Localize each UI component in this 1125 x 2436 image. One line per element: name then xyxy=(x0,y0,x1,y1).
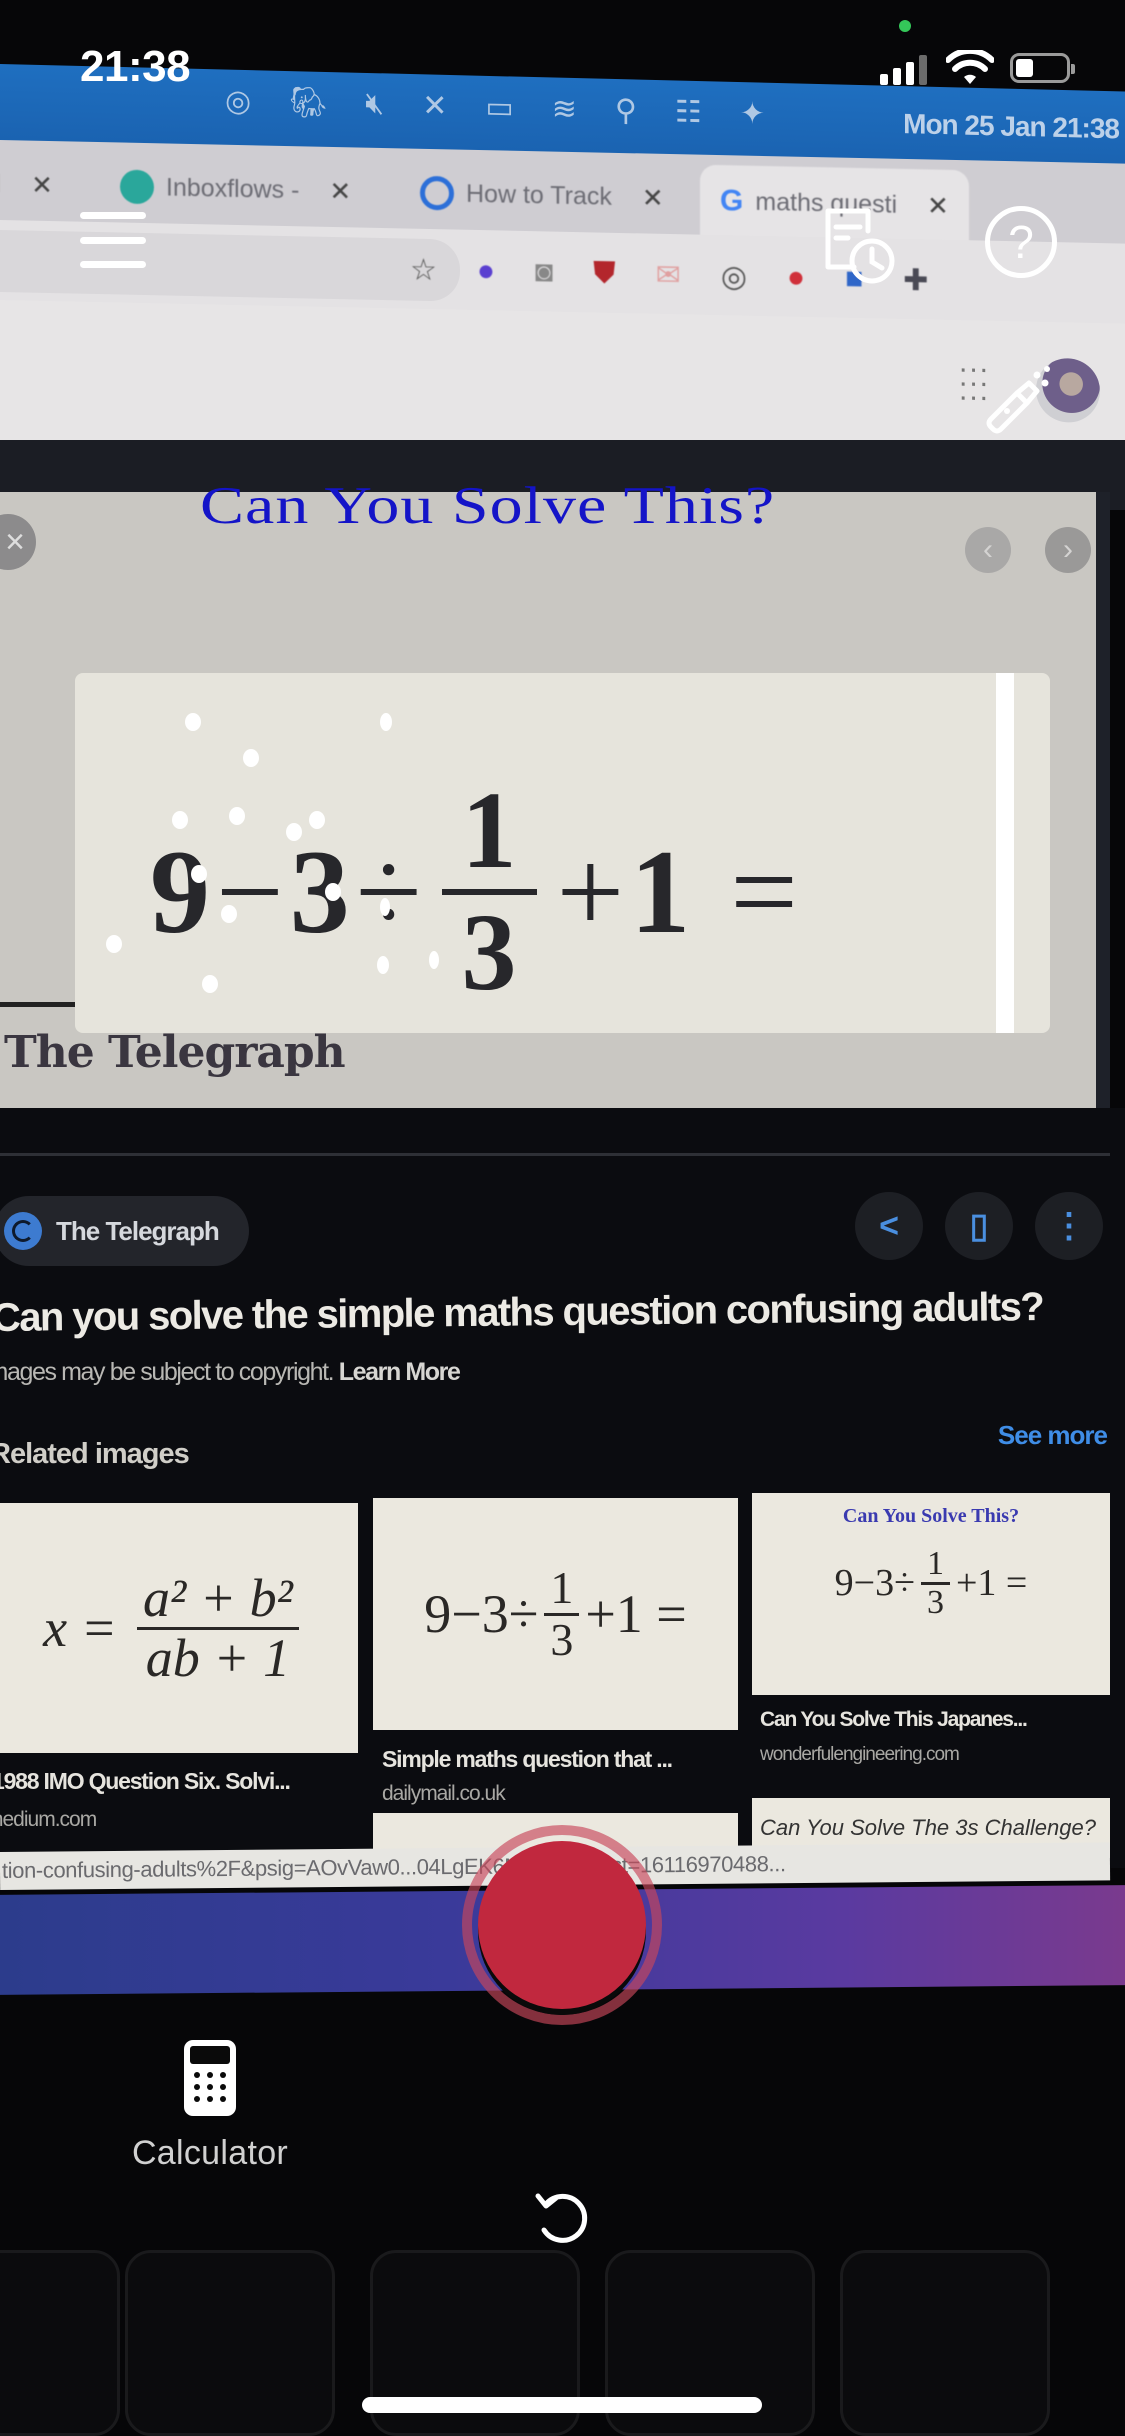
bookmark-star-icon: ☆ xyxy=(410,253,437,288)
thumb-caption: Can You Solve This Japanes... xyxy=(760,1708,1028,1731)
onepassword-extension-icon: ◎ xyxy=(720,260,747,294)
mic-in-use-indicator xyxy=(899,20,911,32)
scan-feature-dot xyxy=(377,956,389,974)
scanned-expression: 9 − 3 ÷ 1 3 + 1 = xyxy=(150,769,798,1013)
shield-extension-icon: ⛊ xyxy=(593,256,616,290)
ios-status-bar: 21:38 xyxy=(0,0,1125,130)
thumb-caption: 1988 IMO Question Six. Solvi... xyxy=(0,1768,291,1794)
history-document-clock-icon xyxy=(825,208,895,284)
source-chip: The Telegraph xyxy=(0,1196,249,1266)
share-icon: < xyxy=(855,1192,923,1260)
scan-feature-dot xyxy=(309,811,325,829)
scanned-fraction: 1 3 xyxy=(441,772,537,1010)
help-icon: ? xyxy=(1008,216,1034,268)
more-vertical-icon: ⋮ xyxy=(1035,1192,1103,1260)
related-thumb: Can You Solve This? 9−3÷ 1 3 +1 = xyxy=(752,1493,1110,1695)
tab-close-icon: ✕ xyxy=(31,169,53,200)
scan-feature-dot xyxy=(172,811,188,829)
scan-feature-dot xyxy=(185,713,201,731)
viewer-prev-icon: ‹ xyxy=(965,527,1011,573)
retake-button[interactable] xyxy=(530,2186,594,2250)
history-button[interactable] xyxy=(820,205,900,295)
globe-icon xyxy=(4,1212,42,1250)
tab-close-icon: ✕ xyxy=(927,189,949,221)
help-button[interactable]: ? xyxy=(985,206,1057,278)
address-bar xyxy=(0,230,460,302)
rotate-ccw-icon xyxy=(535,2193,588,2243)
wifi-icon xyxy=(946,50,994,84)
tab-close-icon: ✕ xyxy=(329,175,352,206)
related-thumb: x = a² + b² ab + 1 xyxy=(0,1503,358,1753)
telegraph-logo: The Telegraph xyxy=(4,1027,346,1078)
flashlight-toggle[interactable] xyxy=(985,365,1055,435)
related-images-heading: Related images xyxy=(0,1438,190,1470)
copyright-notice: Images may be subject to copyright. Lear… xyxy=(0,1358,461,1386)
scan-progress-line xyxy=(996,673,1014,1033)
browser-tab: How to Track ✕ xyxy=(420,167,664,224)
battery-level xyxy=(1016,59,1033,77)
calculator-button[interactable]: Calculator xyxy=(110,2036,310,2176)
scan-feature-dot xyxy=(380,898,390,916)
scan-feature-dot xyxy=(221,905,237,923)
viewer-header-text: Can You Solve This? xyxy=(200,476,776,535)
capture-button[interactable] xyxy=(462,1825,662,2025)
red-extension-icon: ● xyxy=(786,260,806,294)
puzzle-extensions-icon: ✚ xyxy=(903,263,929,298)
see-more-link: See more xyxy=(997,1420,1108,1450)
thumb-source: dailymail.co.uk xyxy=(382,1782,506,1805)
status-time: 21:38 xyxy=(80,42,191,91)
result-title: Can you solve the simple maths question … xyxy=(0,1284,1044,1340)
bookmark-icon: ▯ xyxy=(945,1192,1013,1260)
scan-feature-dot xyxy=(202,975,218,993)
scan-feature-dot xyxy=(380,713,392,731)
scan-feature-dot xyxy=(191,865,207,883)
inboxflows-favicon-icon xyxy=(120,169,154,205)
thumb-source: medium.com xyxy=(0,1808,97,1831)
related-thumb: 9−3÷ 1 3 +1 = xyxy=(373,1498,738,1730)
camera-extension-icon: ◙ xyxy=(535,255,554,289)
calculator-icon xyxy=(184,2039,236,2116)
mail-extension-icon: ✉ xyxy=(655,258,681,293)
scan-feature-dot xyxy=(229,807,245,825)
scan-feature-dot xyxy=(286,823,302,841)
scan-feature-dot xyxy=(243,749,259,767)
browser-tab: il✕ xyxy=(0,158,53,211)
image-result-panel: The Telegraph < ▯ ⋮ Can you solve the si… xyxy=(0,1108,1125,1873)
menu-button[interactable] xyxy=(78,212,148,268)
scan-feature-dot xyxy=(429,951,439,969)
thumb-caption: Simple maths question that ... xyxy=(382,1746,673,1772)
viewer-close-icon: × xyxy=(0,514,36,570)
scan-feature-dot xyxy=(325,883,341,901)
battery-icon xyxy=(1010,53,1075,83)
scan-feature-dot xyxy=(106,935,122,953)
home-indicator[interactable] xyxy=(362,2397,762,2413)
tracking-favicon-icon xyxy=(420,175,454,211)
google-favicon-icon: G xyxy=(720,184,744,218)
capture-button-core xyxy=(478,1841,646,2009)
calculator-label: Calculator xyxy=(131,2133,289,2172)
thumb-source: wonderfulengineering.com xyxy=(760,1744,960,1765)
cellular-signal-icon xyxy=(880,55,927,85)
scan-crop-frame[interactable]: 9 − 3 ÷ 1 3 + 1 = xyxy=(75,673,1050,1033)
tab-close-icon: ✕ xyxy=(641,181,664,213)
extension-purple-icon: ● xyxy=(476,253,496,288)
flashlight-icon xyxy=(986,366,1050,434)
viewer-next-icon: › xyxy=(1045,527,1091,573)
browser-tab: Inboxflows - ✕ xyxy=(120,161,351,218)
